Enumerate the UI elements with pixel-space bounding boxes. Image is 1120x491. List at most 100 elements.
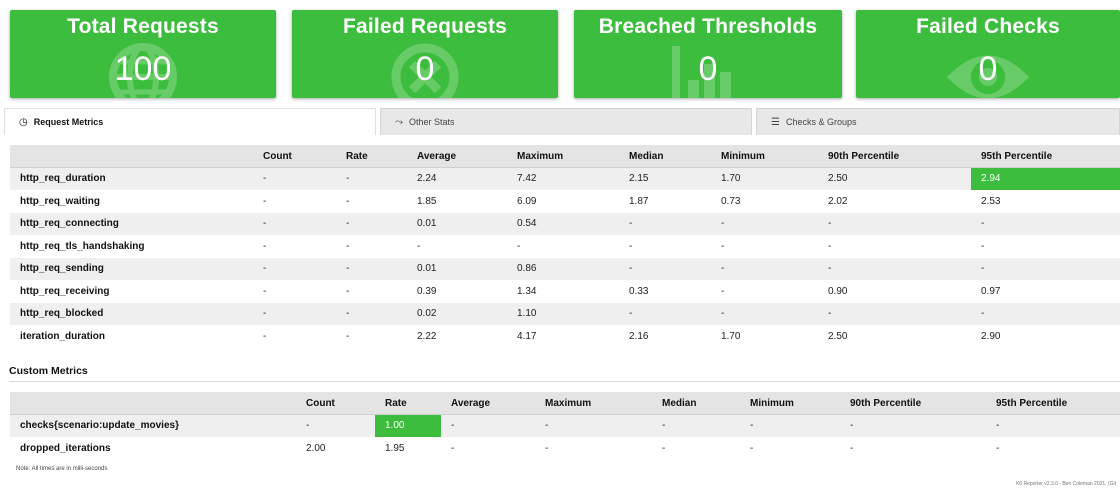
table-cell: - bbox=[619, 212, 711, 236]
table-cell: 0.86 bbox=[507, 257, 619, 281]
column-header: Median bbox=[652, 392, 740, 415]
card-title: Failed Requests bbox=[342, 15, 508, 38]
table-row: http_req_blocked - -0.02 1.10- - - - bbox=[10, 302, 1120, 326]
metric-name: iteration_duration bbox=[10, 325, 253, 348]
card-failed-checks: Failed Checks 0 bbox=[856, 10, 1120, 98]
table-cell: - bbox=[971, 302, 1120, 326]
table-cell: - bbox=[740, 414, 840, 438]
footnote: Note. All times are in milli-seconds bbox=[16, 466, 108, 472]
card-value: 0 bbox=[415, 50, 435, 88]
tab-checks-groups[interactable]: ☰ Checks & Groups bbox=[756, 108, 1120, 135]
table-cell: - bbox=[253, 257, 336, 281]
metric-name: http_req_receiving bbox=[10, 280, 253, 303]
table-cell: 1.10 bbox=[507, 302, 619, 326]
tab-label: Other Stats bbox=[409, 117, 455, 127]
table-cell: - bbox=[711, 212, 818, 236]
custom-metrics-table: Count Rate Average Maximum Median Minimu… bbox=[10, 392, 1120, 460]
table-cell: - bbox=[507, 235, 619, 258]
table-cell: - bbox=[336, 302, 407, 326]
table-cell: - bbox=[441, 437, 535, 460]
table-row: http_req_sending - -0.01 0.86- - - - bbox=[10, 257, 1120, 281]
table-cell: - bbox=[818, 235, 971, 258]
column-header: 90th Percentile bbox=[840, 392, 986, 415]
table-cell: - bbox=[535, 414, 652, 438]
table-cell: - bbox=[253, 212, 336, 236]
table-cell: 2.94 bbox=[971, 167, 1120, 191]
column-header: Rate bbox=[375, 392, 441, 415]
column-header: Average bbox=[441, 392, 535, 415]
column-header: Minimum bbox=[740, 392, 840, 415]
table-cell: 1.85 bbox=[407, 190, 507, 213]
table-cell: 2.50 bbox=[818, 325, 971, 348]
table-cell: 1.70 bbox=[711, 167, 818, 191]
list-icon: ☰ bbox=[771, 116, 780, 128]
table-cell: - bbox=[619, 235, 711, 258]
table-cell: - bbox=[840, 437, 986, 460]
table-header-row: Count Rate Average Maximum Median Minimu… bbox=[10, 145, 1120, 168]
table-cell: - bbox=[818, 257, 971, 281]
table-cell: - bbox=[986, 437, 1120, 460]
table-cell: 2.22 bbox=[407, 325, 507, 348]
table-cell: 6.09 bbox=[507, 190, 619, 213]
footer-credit: K6 Reporter v2.3.0 - Ben Coleman 2021, (… bbox=[1015, 481, 1116, 487]
table-cell: 2.50 bbox=[818, 167, 971, 191]
metric-name: http_req_duration bbox=[10, 167, 253, 191]
clock-icon: ◷ bbox=[19, 116, 28, 128]
table-cell: - bbox=[652, 437, 740, 460]
summary-cards: Total Requests 100 Failed Requests 0 Bre… bbox=[0, 0, 1120, 100]
table-cell: - bbox=[652, 414, 740, 438]
table-cell: - bbox=[336, 212, 407, 236]
table-cell: - bbox=[818, 302, 971, 326]
line-chart-icon: ⤳ bbox=[395, 116, 403, 128]
table-cell: 0.73 bbox=[711, 190, 818, 213]
table-cell: - bbox=[336, 257, 407, 281]
column-header: Rate bbox=[336, 145, 407, 168]
table-cell: - bbox=[336, 190, 407, 213]
table-row: checks{scenario:update_movies} -1.00- - - - -… bbox=[10, 414, 1120, 438]
request-metrics-body: http_req_duration - -2.24 7.42 2.15 1.70 2.50 2… bbox=[10, 167, 1120, 348]
table-cell: - bbox=[711, 302, 818, 326]
table-cell: - bbox=[986, 414, 1120, 438]
tab-request-metrics[interactable]: ◷ Request Metrics bbox=[4, 108, 376, 135]
table-cell: - bbox=[253, 302, 336, 326]
card-value: 100 bbox=[114, 50, 172, 88]
card-total-requests: Total Requests 100 bbox=[10, 10, 276, 98]
table-cell: 1.87 bbox=[619, 190, 711, 213]
table-row: http_req_waiting - -1.85 6.09 1.87 0.73 2.02 2.… bbox=[10, 190, 1120, 213]
table-cell: - bbox=[253, 280, 336, 303]
table-cell: 0.90 bbox=[818, 280, 971, 303]
card-title: Total Requests bbox=[67, 15, 219, 38]
table-cell: - bbox=[253, 235, 336, 258]
table-cell: 2.15 bbox=[619, 167, 711, 191]
metric-name: checks{scenario:update_movies} bbox=[10, 414, 296, 438]
table-cell: 2.53 bbox=[971, 190, 1120, 213]
table-row: http_req_tls_handshaking - - - - - - - - bbox=[10, 235, 1120, 258]
table-cell: - bbox=[441, 414, 535, 438]
table-cell: - bbox=[818, 212, 971, 236]
table-cell: - bbox=[711, 257, 818, 281]
request-metrics-table: Count Rate Average Maximum Median Minimu… bbox=[10, 145, 1120, 348]
card-breached-thresholds: Breached Thresholds 0 bbox=[574, 10, 842, 98]
card-title: Breached Thresholds bbox=[598, 15, 818, 38]
metric-name: http_req_tls_handshaking bbox=[10, 235, 253, 258]
column-header bbox=[10, 392, 296, 415]
column-header: Maximum bbox=[507, 145, 619, 168]
card-value: 0 bbox=[978, 50, 998, 88]
tab-bar: ◷ Request Metrics ⤳ Other Stats ☰ Checks… bbox=[0, 108, 1120, 136]
tab-other-stats[interactable]: ⤳ Other Stats bbox=[380, 108, 752, 135]
table-cell: 0.01 bbox=[407, 212, 507, 236]
table-cell: - bbox=[336, 167, 407, 191]
metric-name: http_req_waiting bbox=[10, 190, 253, 213]
table-cell: - bbox=[535, 437, 652, 460]
tab-label: Checks & Groups bbox=[785, 117, 857, 127]
column-header: Count bbox=[296, 392, 375, 415]
column-header: Median bbox=[619, 145, 711, 168]
table-row: iteration_duration - -2.22 4.17 2.16 1.70 2.50… bbox=[10, 325, 1120, 348]
metric-name: dropped_iterations bbox=[10, 437, 296, 460]
section-divider bbox=[9, 381, 1120, 382]
table-header-row: Count Rate Average Maximum Median Minimu… bbox=[10, 392, 1120, 415]
table-cell: 1.95 bbox=[375, 437, 441, 460]
custom-metrics-title: Custom Metrics bbox=[9, 365, 88, 377]
column-header: Minimum bbox=[711, 145, 818, 168]
table-row: dropped_iterations 2.00 1.95- - - - - - bbox=[10, 437, 1120, 460]
